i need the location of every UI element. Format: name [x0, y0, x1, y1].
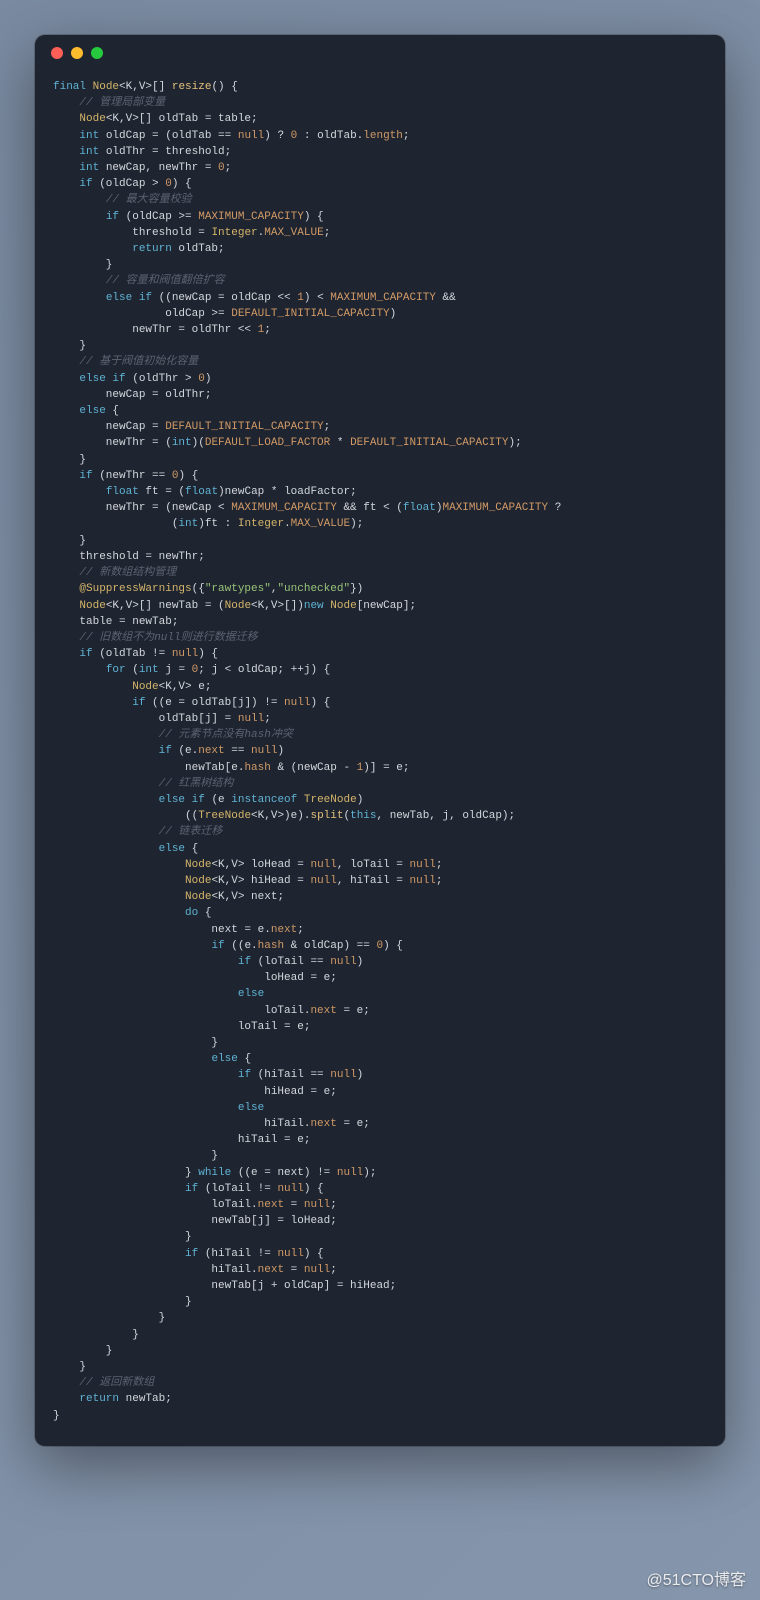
comment-line: // 容量和阀值翻倍扩容 [106, 275, 225, 287]
watermark: @51CTO博客 [646, 1566, 746, 1590]
function-name: resize [172, 81, 212, 93]
comment-line: // 红黑树结构 [159, 778, 234, 790]
comment-line: // 旧数组不为null则进行数据迁移 [79, 632, 257, 644]
titlebar [35, 35, 725, 71]
close-icon[interactable] [51, 47, 63, 59]
comment-line: // 最大容量校验 [106, 194, 192, 206]
comment-line: // 基于阀值初始化容量 [79, 356, 198, 368]
comment-line: // 新数组结构管理 [79, 567, 176, 579]
maximize-icon[interactable] [91, 47, 103, 59]
comment-line: // 返回新数组 [79, 1377, 154, 1389]
comment-line: // 链表迁移 [159, 826, 223, 838]
minimize-icon[interactable] [71, 47, 83, 59]
code-block: final Node<K,V>[] resize() { // 管理局部变量 N… [35, 71, 725, 1446]
code-window: final Node<K,V>[] resize() { // 管理局部变量 N… [35, 35, 725, 1446]
comment-line: // 元素节点没有hash冲突 [159, 729, 293, 741]
comment-line: // 管理局部变量 [79, 97, 165, 109]
